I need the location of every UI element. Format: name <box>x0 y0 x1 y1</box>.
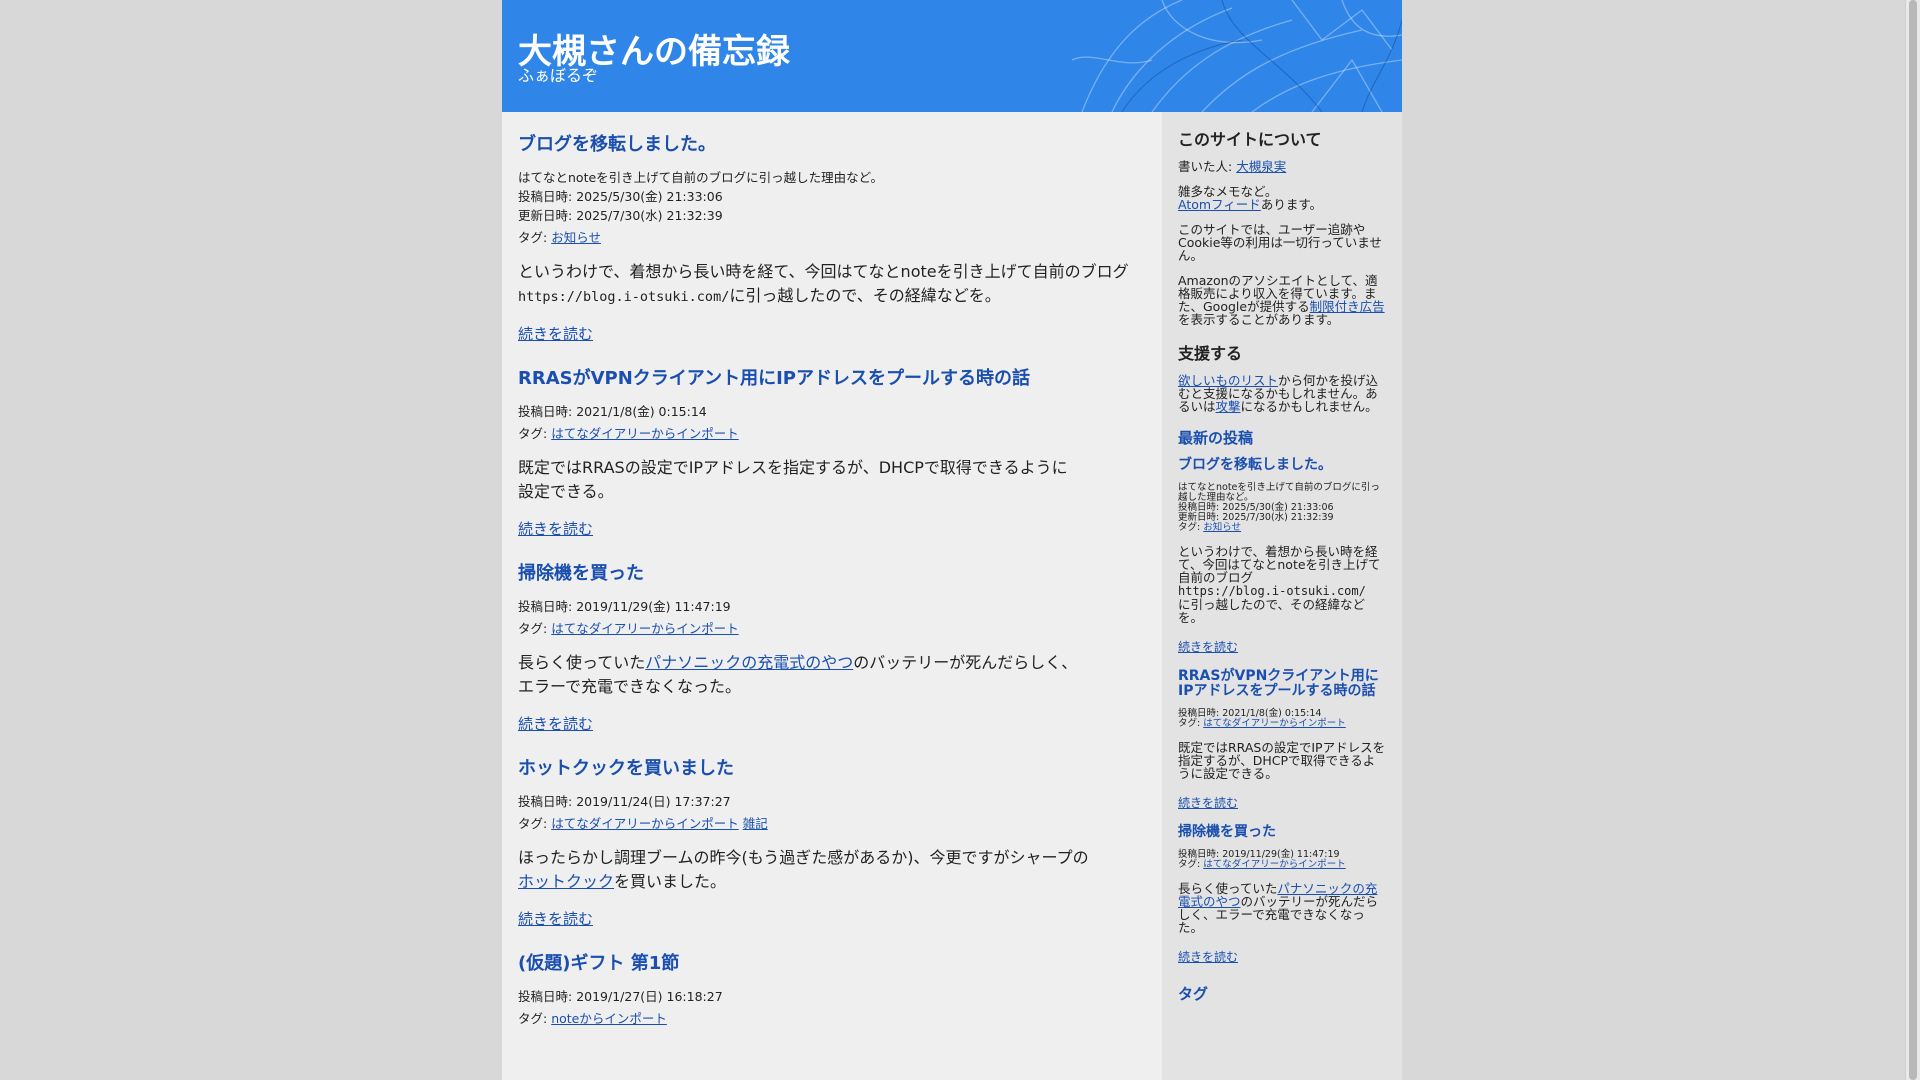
tag-link[interactable]: お知らせ <box>1203 522 1241 533</box>
tag-link[interactable]: 雑記 <box>743 816 768 831</box>
tag-link[interactable]: はてなダイアリーからインポート <box>551 621 739 636</box>
recent-heading: 最新の投稿 <box>1178 429 1254 447</box>
recent-post: 掃除機を買った 投稿日時: 2019/11/29(金) 11:47:19 タグ:… <box>1178 825 1386 969</box>
post: (仮題)ギフト 第1節 投稿日時: 2019/1/27(日) 16:18:27 … <box>518 949 1146 1027</box>
post-date: 投稿日時: 2021/1/8(金) 0:15:14 <box>518 404 1146 420</box>
read-more-link[interactable]: 続きを読む <box>1178 794 1238 811</box>
tags-label: タグ: <box>518 426 552 441</box>
tags-label: タグ: <box>518 621 552 636</box>
tag-link[interactable]: お知らせ <box>551 230 601 245</box>
read-more-link[interactable]: 続きを読む <box>518 518 593 539</box>
post-title-link[interactable]: RRASがVPNクライアント用にIPアドレスをプールする時の話 <box>518 368 1030 389</box>
tags-heading: タグ <box>1178 985 1209 1003</box>
sidebar: このサイトについて 書いた人: 大槻泉実 雑多なメモなど。 Atomフィードありま… <box>1162 112 1402 1080</box>
tags-label: タグ: <box>518 816 552 831</box>
tag-link[interactable]: はてなダイアリーからインポート <box>551 426 739 441</box>
post-tags: タグ: はてなダイアリーからインポート <box>518 423 1146 442</box>
recent-post-title-link[interactable]: 掃除機を買った <box>1178 824 1276 840</box>
recent-post-excerpt: 長らく使っていたパナソニックの充電式のやつのバッテリーが死んだらしく、エラーで充… <box>1178 881 1379 935</box>
post-excerpt: 既定ではRRASの設定でIPアドレスを指定するが、DHCPで取得できるように 設定… <box>518 458 1068 501</box>
recent-post-tags: タグ: お知らせ <box>1178 522 1242 533</box>
post-excerpt: 長らく使っていたパナソニックの充電式のやつのバッテリーが死んだらしく、 エラーで充… <box>518 653 1078 696</box>
posted-date: 2019/1/27(日) 16:18:27 <box>576 989 723 1004</box>
post-tags: タグ: お知らせ <box>518 227 1146 246</box>
updated-label: 更新日時: <box>518 208 577 223</box>
read-more-link[interactable]: 続きを読む <box>1178 948 1238 965</box>
site-header: 大槻さんの備忘録 ふぁぼるぞ <box>502 0 1402 112</box>
recent-post-tags: タグ: はてなダイアリーからインポート <box>1178 718 1346 729</box>
post-excerpt: というわけで、着想から長い時を経て、今回はてなとnoteを引き上げて自前のブログ… <box>518 262 1129 305</box>
post-tags: タグ: はてなダイアリーからインポート 雑記 <box>518 813 1146 832</box>
posted-date: 2019/11/24(日) 17:37:27 <box>576 794 731 809</box>
post-title-link[interactable]: 掃除機を買った <box>518 563 644 584</box>
recent-post: RRASがVPNクライアント用にIPアドレスをプールする時の話 投稿日時: 20… <box>1178 669 1386 815</box>
header-decoration <box>1071 0 1402 112</box>
recent-post-title-link[interactable]: RRASがVPNクライアント用にIPアドレスをプールする時の話 <box>1178 668 1379 699</box>
post: 掃除機を買った 投稿日時: 2019/11/29(金) 11:47:19 タグ:… <box>518 559 1146 736</box>
author-link[interactable]: 大槻泉実 <box>1236 159 1286 174</box>
post-excerpt: ほったらかし調理ブームの昨今(もう過ぎた感があるか)、今更ですがシャープの ホット… <box>518 848 1089 891</box>
post: ホットクックを買いました 投稿日時: 2019/11/24(日) 17:37:2… <box>518 754 1146 931</box>
product-link[interactable]: パナソニックの充電式のやつ <box>645 653 853 672</box>
read-more-link[interactable]: 続きを読む <box>1178 638 1238 655</box>
recent-post: ブログを移転しました。 はてなとnoteを引き上げて自前のブログに引っ越した理由… <box>1178 458 1386 659</box>
posted-label: 投稿日時: <box>518 189 577 204</box>
page-scrollbar[interactable] <box>1905 0 1920 1080</box>
post-date: 投稿日時: 2019/11/29(金) 11:47:19 <box>518 599 1146 615</box>
post: ブログを移転しました。 はてなとnoteを引き上げて自前のブログに引っ越した理由… <box>518 130 1146 346</box>
posted-date: 2021/1/8(金) 0:15:14 <box>576 404 707 419</box>
post-tags: タグ: はてなダイアリーからインポート <box>518 618 1146 637</box>
post-date: 投稿日時: 2019/11/24(日) 17:37:27 <box>518 794 1146 810</box>
tags-label: タグ: <box>518 1011 552 1026</box>
tag-link[interactable]: はてなダイアリーからインポート <box>1203 859 1346 870</box>
site-subtitle: ふぁぼるぞ <box>518 66 599 85</box>
recent-post-tags: タグ: はてなダイアリーからインポート <box>1178 859 1346 870</box>
product-link[interactable]: ホットクック <box>518 872 614 891</box>
recent-post-excerpt: 既定ではRRASの設定でIPアドレスを指定するが、DHCPで取得できるように設定… <box>1178 740 1386 781</box>
post-title-link[interactable]: (仮題)ギフト 第1節 <box>518 953 679 974</box>
browser-viewport: 大槻さんの備忘録 ふぁぼるぞ ブログを移転しました。 はてなとnoteを引き上げ… <box>0 0 1920 1080</box>
updated-date: 2025/7/30(水) 21:32:39 <box>576 208 723 223</box>
recent-post-excerpt: というわけで、着想から長い時を経て、今回はてなとnoteを引き上げて自前のブログ… <box>1178 544 1381 625</box>
privacy-note: このサイトでは、ユーザー追跡やCookie等の利用は一切行っていません。 <box>1178 222 1382 263</box>
atom-feed-link[interactable]: Atomフィード <box>1178 197 1261 212</box>
posted-date: 2019/11/29(金) 11:47:19 <box>576 599 731 614</box>
tag-link[interactable]: はてなダイアリーからインポート <box>551 816 739 831</box>
posted-label: 投稿日時: <box>518 794 577 809</box>
posted-label: 投稿日時: <box>518 404 577 419</box>
recent-post-title-link[interactable]: ブログを移転しました。 <box>1178 457 1332 473</box>
tags-label: タグ: <box>518 230 552 245</box>
post-title-link[interactable]: ブログを移転しました。 <box>518 134 716 155</box>
read-more-link[interactable]: 続きを読む <box>518 908 593 929</box>
author-line: 書いた人: 大槻泉実 <box>1178 159 1287 174</box>
tag-link[interactable]: noteからインポート <box>551 1011 667 1026</box>
support-note: 欲しいものリストから何かを投げ込むと支援になるかもしれません。あるいは攻撃になる… <box>1178 373 1379 414</box>
about-heading: このサイトについて <box>1178 130 1322 149</box>
posted-date: 2025/5/30(金) 21:33:06 <box>576 189 723 204</box>
read-more-link[interactable]: 続きを読む <box>518 713 593 734</box>
recent-post-description: はてなとnoteを引き上げて自前のブログに引っ越した理由など。 <box>1178 482 1380 503</box>
post-updated: 更新日時: 2025/7/30(水) 21:32:39 <box>518 208 1146 224</box>
post-title-link[interactable]: ホットクックを買いました <box>518 758 734 779</box>
post-date: 投稿日時: 2025/5/30(金) 21:33:06 <box>518 189 1146 205</box>
read-more-link[interactable]: 続きを読む <box>518 323 593 344</box>
post-tags: タグ: noteからインポート <box>518 1008 1146 1027</box>
post: RRASがVPNクライアント用にIPアドレスをプールする時の話 投稿日時: 20… <box>518 364 1146 541</box>
attack-link[interactable]: 攻撃 <box>1216 399 1241 414</box>
ads-note: Amazonのアソシエイトとして、適格販売により収入を得ています。また、Goog… <box>1178 273 1385 327</box>
support-heading: 支援する <box>1178 344 1243 363</box>
posted-label: 投稿日時: <box>518 989 577 1004</box>
post-description: はてなとnoteを引き上げて自前のブログに引っ越した理由など。 <box>518 170 884 185</box>
site-misc: 雑多なメモなど。 Atomフィードあります。 <box>1178 184 1323 212</box>
post-date: 投稿日時: 2019/1/27(日) 16:18:27 <box>518 989 1146 1005</box>
post-list: ブログを移転しました。 はてなとnoteを引き上げて自前のブログに引っ越した理由… <box>502 112 1162 1080</box>
posted-label: 投稿日時: <box>518 599 577 614</box>
blog-url: https://blog.i-otsuki.com/ <box>518 289 730 305</box>
site-container: 大槻さんの備忘録 ふぁぼるぞ ブログを移転しました。 はてなとnoteを引き上げ… <box>502 0 1402 1080</box>
tag-link[interactable]: はてなダイアリーからインポート <box>1203 718 1346 729</box>
blog-url: https://blog.i-otsuki.com/ <box>1178 584 1366 598</box>
scrollbar-thumb[interactable] <box>1909 0 1917 1080</box>
